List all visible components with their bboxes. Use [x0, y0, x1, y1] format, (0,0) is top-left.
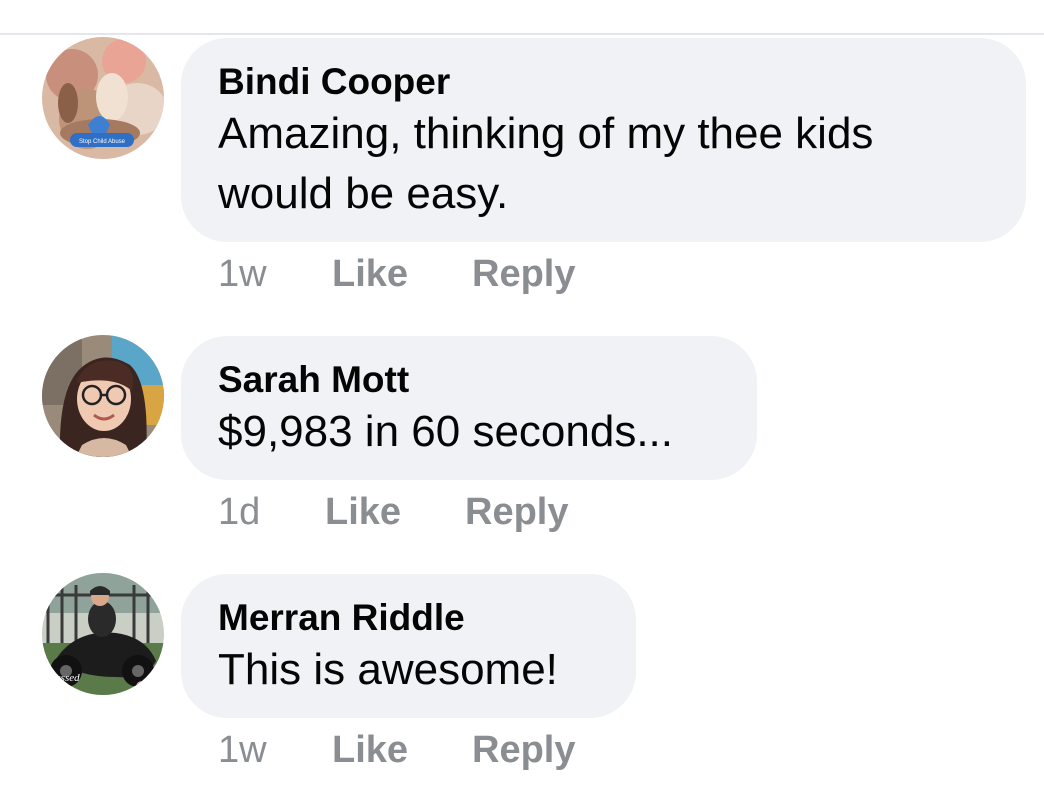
comment-timestamp[interactable]: 1d — [218, 491, 325, 534]
comment-text: Amazing, thinking of my thee kids would … — [218, 109, 874, 218]
comment-actions: 1w Like Reply — [218, 725, 575, 775]
reply-button[interactable]: Reply — [472, 253, 575, 296]
avatar-caption-text: Blessed — [46, 672, 80, 684]
reply-button[interactable]: Reply — [472, 729, 575, 772]
comment-author[interactable]: Bindi Cooper — [218, 60, 988, 104]
avatar-badge-text: Stop Child Abuse — [79, 139, 126, 145]
avatar-image: Stop Child Abuse — [42, 37, 164, 159]
comment-author[interactable]: Sarah Mott — [218, 358, 719, 402]
avatar-image — [42, 335, 164, 457]
avatar[interactable]: Stop Child Abuse — [42, 37, 164, 159]
like-button[interactable]: Like — [325, 491, 465, 534]
comment-text: $9,983 in 60 seconds... — [218, 407, 673, 456]
comment-bubble: Bindi Cooper Amazing, thinking of my the… — [181, 38, 1026, 242]
comment-actions: 1w Like Reply — [218, 249, 575, 299]
avatar[interactable] — [42, 335, 164, 457]
comment-text: This is awesome! — [218, 645, 558, 694]
avatar-image: Blessed — [42, 573, 164, 695]
like-button[interactable]: Like — [332, 253, 472, 296]
avatar[interactable]: Blessed — [42, 573, 164, 695]
like-button[interactable]: Like — [332, 729, 472, 772]
comment-timestamp[interactable]: 1w — [218, 729, 332, 772]
reply-button[interactable]: Reply — [465, 491, 568, 534]
comment-bubble: Sarah Mott $9,983 in 60 seconds... — [181, 336, 757, 480]
comment-timestamp[interactable]: 1w — [218, 253, 332, 296]
comment-actions: 1d Like Reply — [218, 487, 568, 537]
comment-bubble: Merran Riddle This is awesome! — [181, 574, 636, 718]
comment-author[interactable]: Merran Riddle — [218, 596, 598, 640]
top-divider — [0, 33, 1044, 35]
